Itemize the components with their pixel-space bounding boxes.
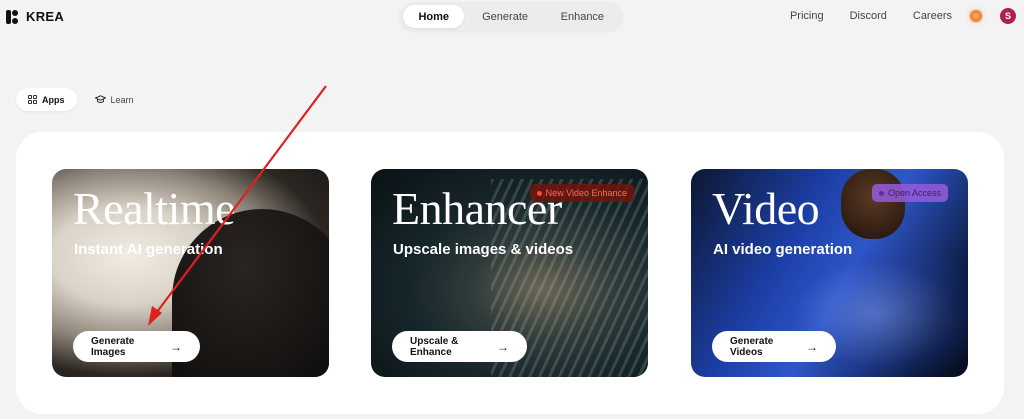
open-access-badge: Open Access [871, 184, 948, 202]
brand-logo[interactable]: KREA [6, 9, 64, 24]
card-title: Realtime [73, 183, 236, 234]
card-title: Video [712, 183, 820, 234]
arrow-right-icon: → [497, 339, 509, 354]
discord-link[interactable]: Discord [850, 10, 887, 22]
careers-link[interactable]: Careers [913, 10, 952, 22]
video-card[interactable]: Open Access Video AI video generation Ge… [691, 169, 968, 377]
button-label: Generate Images [91, 335, 135, 358]
button-label: Generate Videos [730, 335, 774, 358]
grid-icon [28, 95, 37, 104]
arrow-right-icon: → [806, 339, 818, 354]
pricing-link[interactable]: Pricing [790, 10, 824, 22]
card-subtitle: Upscale images & videos [393, 241, 574, 258]
tab-learn[interactable]: Learn [83, 88, 146, 111]
card-title: Enhancer [392, 183, 562, 234]
section-tabs: Apps Learn [16, 88, 146, 111]
brand-name: KREA [26, 9, 65, 24]
generate-images-button[interactable]: Generate Images → [73, 331, 200, 362]
badge-label: Open Access [887, 188, 941, 198]
tab-learn-label: Learn [110, 94, 134, 105]
status-dot-icon [878, 190, 884, 196]
krea-logo-icon [6, 9, 18, 24]
button-label: Upscale & Enhance [410, 335, 459, 358]
apps-panel: Realtime Instant AI generation Generate … [16, 132, 1004, 414]
tab-apps-label: Apps [42, 94, 65, 105]
arrow-right-icon: → [170, 339, 182, 354]
avatar[interactable]: S [1000, 8, 1016, 24]
card-subtitle: AI video generation [713, 241, 853, 258]
tab-apps[interactable]: Apps [16, 88, 77, 111]
tab-generate[interactable]: Generate [464, 5, 545, 28]
tab-enhance[interactable]: Enhance [546, 5, 619, 28]
top-header: KREA Home Generate Enhance Pricing Disco… [0, 0, 1024, 34]
upscale-enhance-button[interactable]: Upscale & Enhance → [392, 331, 527, 362]
generate-videos-button[interactable]: Generate Videos → [712, 331, 836, 362]
graduation-cap-icon [94, 95, 106, 104]
main-nav: Home Generate Enhance [399, 2, 623, 31]
realtime-card[interactable]: Realtime Instant AI generation Generate … [52, 169, 329, 377]
right-nav: Pricing Discord Careers S [790, 8, 1016, 24]
card-subtitle: Instant AI generation [74, 241, 223, 258]
tab-home[interactable]: Home [403, 5, 465, 28]
sun-icon[interactable] [970, 10, 982, 22]
enhancer-card[interactable]: New Video Enhance Enhancer Upscale image… [371, 169, 648, 377]
